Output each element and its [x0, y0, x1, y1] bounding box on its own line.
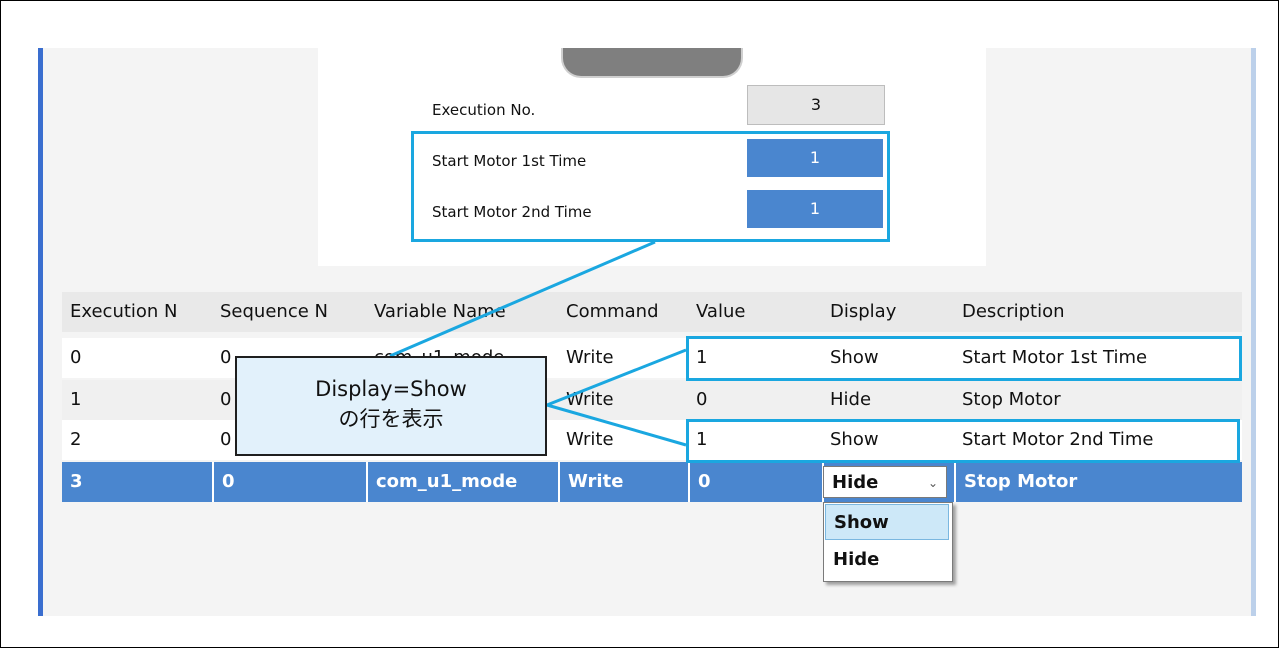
- connector-line-row0: [546, 348, 687, 407]
- callout-line-1: Display=Show: [315, 377, 467, 401]
- connector-line-panel: [389, 240, 656, 358]
- connector-line-row2: [546, 403, 687, 447]
- annotation-callout: Display=Show の行を表示: [235, 356, 547, 456]
- callout-connector-lines: [389, 240, 687, 447]
- callout-line-2: の行を表示: [338, 407, 444, 431]
